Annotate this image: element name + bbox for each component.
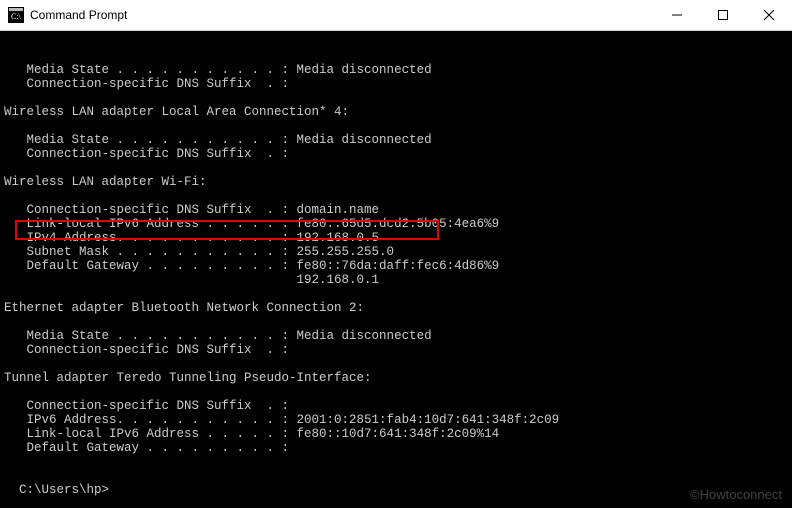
minimize-button[interactable] (654, 0, 700, 30)
terminal-line: 192.168.0.1 (4, 273, 792, 287)
terminal-line: Link-local IPv6 Address . . . . . : fe80… (4, 217, 792, 231)
terminal-output: Media State . . . . . . . . . . . : Medi… (4, 63, 792, 469)
terminal-line: Connection-specific DNS Suffix . : (4, 343, 792, 357)
terminal-line: Media State . . . . . . . . . . . : Medi… (4, 63, 792, 77)
terminal-line (4, 189, 792, 203)
terminal-line: Default Gateway . . . . . . . . . : (4, 441, 792, 455)
terminal-line (4, 119, 792, 133)
terminal-line: Default Gateway . . . . . . . . . : fe80… (4, 259, 792, 273)
terminal-area[interactable]: Media State . . . . . . . . . . . : Medi… (0, 31, 792, 497)
terminal-line: Ethernet adapter Bluetooth Network Conne… (4, 301, 792, 315)
terminal-line: Connection-specific DNS Suffix . : (4, 399, 792, 413)
svg-text:C:\: C:\ (11, 12, 22, 21)
terminal-line: Tunnel adapter Teredo Tunneling Pseudo-I… (4, 371, 792, 385)
terminal-line: Wireless LAN adapter Local Area Connecti… (4, 105, 792, 119)
terminal-line: Media State . . . . . . . . . . . : Medi… (4, 329, 792, 343)
terminal-line: Connection-specific DNS Suffix . : (4, 77, 792, 91)
terminal-line: Media State . . . . . . . . . . . : Medi… (4, 133, 792, 147)
terminal-line (4, 161, 792, 175)
terminal-line: IPv4 Address. . . . . . . . . . . : 192.… (4, 231, 792, 245)
window-buttons (654, 0, 792, 30)
terminal-line: Connection-specific DNS Suffix . : (4, 147, 792, 161)
titlebar: C:\ Command Prompt (0, 0, 792, 31)
terminal-line: Wireless LAN adapter Wi-Fi: (4, 175, 792, 189)
maximize-button[interactable] (700, 0, 746, 30)
watermark: ©Howtoconnect (690, 487, 782, 502)
close-button[interactable] (746, 0, 792, 30)
window-title: Command Prompt (30, 8, 654, 22)
terminal-line (4, 315, 792, 329)
terminal-line (4, 357, 792, 371)
prompt: C:\Users\hp> (19, 483, 109, 497)
command-prompt-icon: C:\ (8, 7, 24, 23)
terminal-line: Link-local IPv6 Address . . . . . : fe80… (4, 427, 792, 441)
terminal-line (4, 455, 792, 469)
terminal-line (4, 385, 792, 399)
terminal-line (4, 287, 792, 301)
terminal-line: Subnet Mask . . . . . . . . . . . : 255.… (4, 245, 792, 259)
terminal-line: Connection-specific DNS Suffix . : domai… (4, 203, 792, 217)
terminal-line: IPv6 Address. . . . . . . . . . . : 2001… (4, 413, 792, 427)
terminal-line (4, 91, 792, 105)
